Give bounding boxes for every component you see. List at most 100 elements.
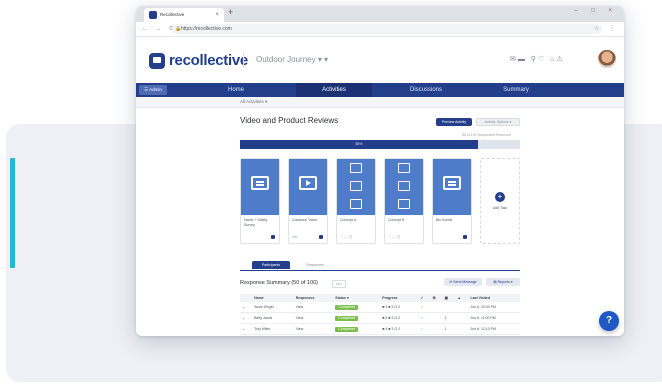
response-summary-title: Response Summary (50 of 100) bbox=[240, 280, 318, 286]
browser-tab-title: Recollective bbox=[160, 12, 185, 17]
address-bar: ← → ⟳ 🔒 https://recollective.com ☆ ⋮ bbox=[136, 22, 624, 37]
status-badge: Completed bbox=[335, 326, 359, 332]
table-cell bbox=[430, 312, 443, 324]
check-icon bbox=[398, 163, 410, 173]
column-header[interactable]: ▦ bbox=[442, 294, 456, 302]
column-header[interactable]: Responses bbox=[293, 294, 334, 302]
preview-activity-button[interactable]: Preview Activity bbox=[436, 118, 472, 126]
table-header-row: Name Responses Status ▾ Progress ✓ ⊞ ▦ ▲… bbox=[240, 294, 520, 302]
lock-icon bbox=[463, 235, 467, 239]
view-link[interactable]: View bbox=[293, 312, 334, 324]
accent-bar bbox=[10, 158, 15, 268]
tab-participants[interactable]: Participants bbox=[252, 261, 290, 269]
participant-name[interactable]: Troy Miles bbox=[252, 323, 294, 335]
column-header[interactable]: Status ▾ bbox=[333, 294, 381, 302]
url-input[interactable]: 🔒 https://recollective.com bbox=[172, 24, 602, 34]
table-row[interactable]: ⌄ Betty Jarvis View Completed ■ 4 ■ 3 ⊡ … bbox=[240, 312, 520, 324]
table-cell bbox=[430, 323, 443, 335]
breadcrumb[interactable]: All Activities ▾ bbox=[136, 97, 624, 108]
lock-icon bbox=[319, 235, 323, 239]
last-visited: Jun 6, 10:30 PM bbox=[468, 302, 520, 313]
task-card-name: Bin Sorted bbox=[436, 218, 453, 222]
header-action-icons[interactable]: ✉▬ ⚲♡ ⌂⚠ bbox=[510, 55, 565, 63]
main-navigation: ☰ Admin Home Activities Discussions Summ… bbox=[136, 83, 624, 97]
task-card[interactable]: Name + Safety Survey bbox=[240, 158, 280, 244]
page-size-select[interactable]: 50 ▾ bbox=[332, 280, 346, 288]
column-header[interactable]: Last Visited bbox=[468, 294, 520, 302]
participant-name[interactable]: Betty Jarvis bbox=[252, 312, 294, 324]
project-selector[interactable]: Outdoor Journey ▾ ▾ bbox=[256, 55, 328, 64]
window-controls[interactable]: – □ × bbox=[574, 8, 618, 14]
table-row[interactable]: ⌄ Troy Miles View Completed ■ 4 ■ 3 ⊡ 2 … bbox=[240, 323, 520, 335]
participant-name[interactable]: Suzie Singer bbox=[252, 302, 294, 313]
table-cell bbox=[442, 302, 456, 313]
check-icon bbox=[350, 163, 362, 173]
recollective-logo[interactable]: recollective bbox=[149, 52, 248, 69]
task-card-meta: ⬚ — ◫ bbox=[340, 235, 353, 239]
table-row[interactable]: ⌄ Suzie Singer View Completed ■ 4 ■ 3 ⊡ … bbox=[240, 302, 520, 313]
lock-icon: 🔒 bbox=[175, 26, 182, 32]
table-cell: 2 bbox=[442, 312, 456, 324]
check-icon: ✓ bbox=[418, 302, 431, 313]
logo-mark-icon bbox=[149, 52, 165, 69]
table-cell bbox=[455, 312, 469, 324]
nav-summary[interactable]: Summary bbox=[486, 83, 546, 97]
column-header[interactable]: Progress bbox=[380, 294, 419, 302]
activity-options-button[interactable]: Activity Options ▾ bbox=[476, 118, 520, 126]
screen-icon bbox=[251, 176, 269, 190]
column-header[interactable]: ⊞ bbox=[430, 294, 443, 302]
expand-icon[interactable]: ⌄ bbox=[240, 323, 253, 335]
check-icon bbox=[398, 181, 410, 191]
table-cell bbox=[430, 302, 443, 313]
response-table: Name Responses Status ▾ Progress ✓ ⊞ ▦ ▲… bbox=[240, 294, 520, 335]
expand-icon[interactable]: ⌄ bbox=[240, 312, 253, 324]
reports-button[interactable]: ▤ Reports ▾ bbox=[486, 278, 520, 286]
add-task-card[interactable]: + Add Task bbox=[480, 158, 520, 244]
column-header[interactable]: Name bbox=[252, 294, 294, 302]
url-text: https://recollective.com bbox=[181, 26, 232, 32]
nav-discussions[interactable]: Discussions bbox=[386, 83, 466, 97]
check-icon: ✓ bbox=[418, 312, 431, 324]
new-tab-button[interactable]: + bbox=[228, 7, 233, 17]
column-header[interactable]: ▲ bbox=[455, 294, 469, 302]
activity-content: Video and Product Reviews Preview Activi… bbox=[240, 108, 522, 336]
help-button[interactable]: ? bbox=[599, 311, 619, 331]
check-icon bbox=[350, 181, 362, 191]
view-link[interactable]: View bbox=[293, 323, 334, 335]
screen-icon bbox=[443, 176, 461, 190]
plus-icon: + bbox=[495, 192, 505, 202]
column-header[interactable]: ✓ bbox=[418, 294, 431, 302]
table-cell: 1 bbox=[442, 323, 456, 335]
last-visited: Jun 6, 12:10 PM bbox=[468, 323, 520, 335]
check-icon: ✓ bbox=[418, 323, 431, 335]
screen-icon bbox=[398, 199, 410, 209]
progress-cell: ■ 4 ■ 3 ⊡ 2 bbox=[380, 302, 419, 313]
send-message-button[interactable]: ✉ Send Message bbox=[444, 278, 482, 286]
view-link[interactable]: View bbox=[293, 302, 334, 313]
task-card[interactable]: Concept B ⬚ — ◫ bbox=[384, 158, 424, 244]
admin-menu-button[interactable]: ☰ Admin bbox=[139, 85, 167, 95]
task-card-name: Concept B bbox=[388, 218, 405, 222]
task-card[interactable]: Bin Sorted bbox=[432, 158, 472, 244]
task-card-meta: ⬚ — ◫ bbox=[388, 235, 401, 239]
nav-activities[interactable]: Activities bbox=[296, 83, 372, 97]
browser-tab[interactable]: Recollective × bbox=[144, 8, 224, 22]
task-card-name: Concept A bbox=[340, 218, 357, 222]
bookmark-and-menu-icons[interactable]: ☆ ⋮ bbox=[594, 25, 619, 32]
participant-tabs: Participants Responses bbox=[240, 260, 520, 271]
user-avatar[interactable] bbox=[598, 50, 616, 68]
table-cell bbox=[455, 302, 469, 313]
screen-icon bbox=[350, 199, 362, 209]
browser-tabstrip: Recollective × + – □ × bbox=[136, 6, 624, 22]
activity-title: Video and Product Reviews bbox=[240, 116, 339, 125]
expand-icon[interactable]: ⌄ bbox=[240, 302, 253, 313]
status-badge: Completed bbox=[335, 315, 359, 321]
close-tab-icon[interactable]: × bbox=[215, 8, 219, 22]
nav-home[interactable]: Home bbox=[206, 83, 266, 97]
brand-name: recollective bbox=[169, 52, 248, 69]
tab-responses[interactable]: Responses bbox=[296, 261, 334, 269]
task-card[interactable]: Concept A ⬚ — ◫ bbox=[336, 158, 376, 244]
task-cards: Name + Safety Survey Outdoors! Video 0/8… bbox=[240, 158, 522, 244]
task-card[interactable]: Outdoors! Video 0/8 bbox=[288, 158, 328, 244]
video-icon bbox=[299, 176, 317, 190]
